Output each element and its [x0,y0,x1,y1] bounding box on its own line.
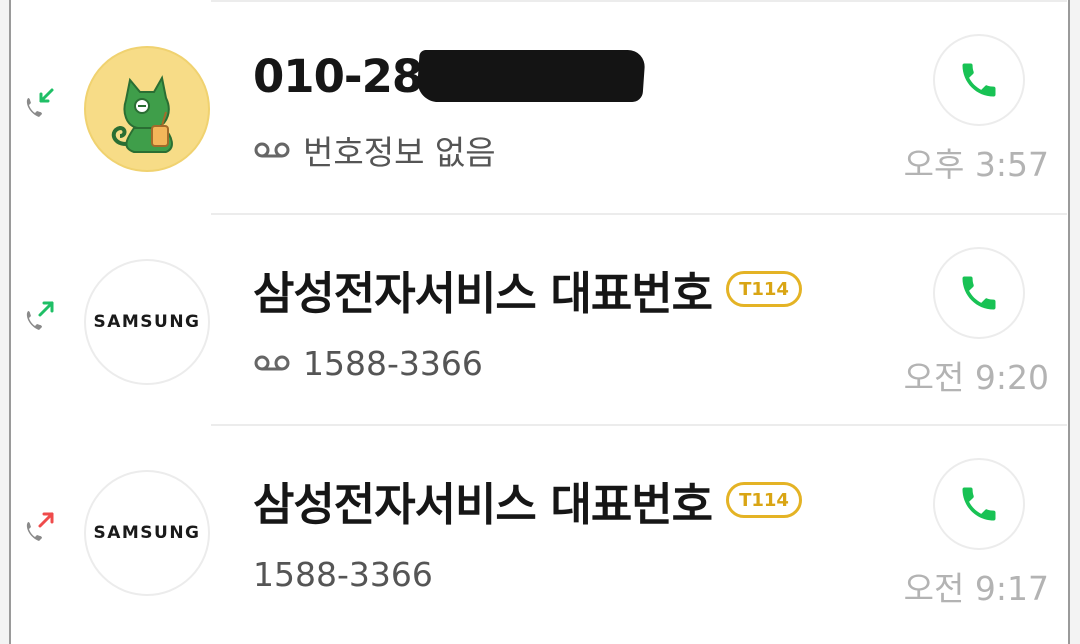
caller-detail: 1588-3366 [253,554,433,594]
call-button[interactable] [933,458,1025,550]
caller-label: 삼성전자서비스 대표번호 [253,266,713,320]
phone-icon [962,63,996,97]
call-log-item[interactable]: SAMSUNG 삼성전자서비스 대표번호 T114 1588-3366 오전 9… [13,217,1067,423]
voicemail-icon [254,142,290,158]
caller-name: 010-28 [253,46,647,106]
caller-label: 삼성전자서비스 대표번호 [253,477,713,531]
samsung-logo: SAMSUNG [84,470,210,596]
cat-avatar [84,46,210,172]
left-frame [0,0,11,644]
call-log-item[interactable]: SAMSUNG 삼성전자서비스 대표번호 T114 1588-3366 오전 9… [13,428,1067,634]
call-button[interactable] [933,247,1025,339]
caller-number: 1588-3366 [253,554,433,594]
list-divider [211,0,1067,2]
caller-detail: 번호정보 없음 [253,130,496,172]
outgoing-unanswered-call-icon [26,512,54,541]
call-time: 오후 3:57 [903,145,1049,184]
caller-name: 삼성전자서비스 대표번호 T114 [253,470,802,531]
list-divider [211,213,1067,215]
call-button[interactable] [933,34,1025,126]
phone-icon [962,276,996,310]
call-log-item[interactable]: 010-28 번호정보 없음 오후 3:57 [13,4,1067,210]
call-time: 오전 9:20 [903,358,1049,397]
list-divider [211,424,1067,426]
caller-number: 010-28 [253,49,423,103]
t114-badge: T114 [726,482,802,518]
caller-number: 1588-3366 [303,343,483,383]
brand-text: SAMSUNG [93,312,201,332]
phone-icon [962,487,996,521]
incoming-call-icon [26,88,54,117]
redaction-mark [416,50,647,102]
call-log-list: 010-28 번호정보 없음 오후 3:57 SAMSUNG 삼성전자서비스 대… [13,0,1067,644]
brand-text: SAMSUNG [93,523,201,543]
call-time: 오전 9:17 [903,569,1049,608]
caller-detail: 1588-3366 [253,343,483,383]
outgoing-call-icon [26,301,54,330]
caller-name: 삼성전자서비스 대표번호 T114 [253,259,802,320]
t114-badge: T114 [726,271,802,307]
voicemail-icon [254,355,290,371]
right-frame [1068,0,1080,644]
samsung-logo: SAMSUNG [84,259,210,385]
caller-info-text: 번호정보 없음 [303,133,496,172]
